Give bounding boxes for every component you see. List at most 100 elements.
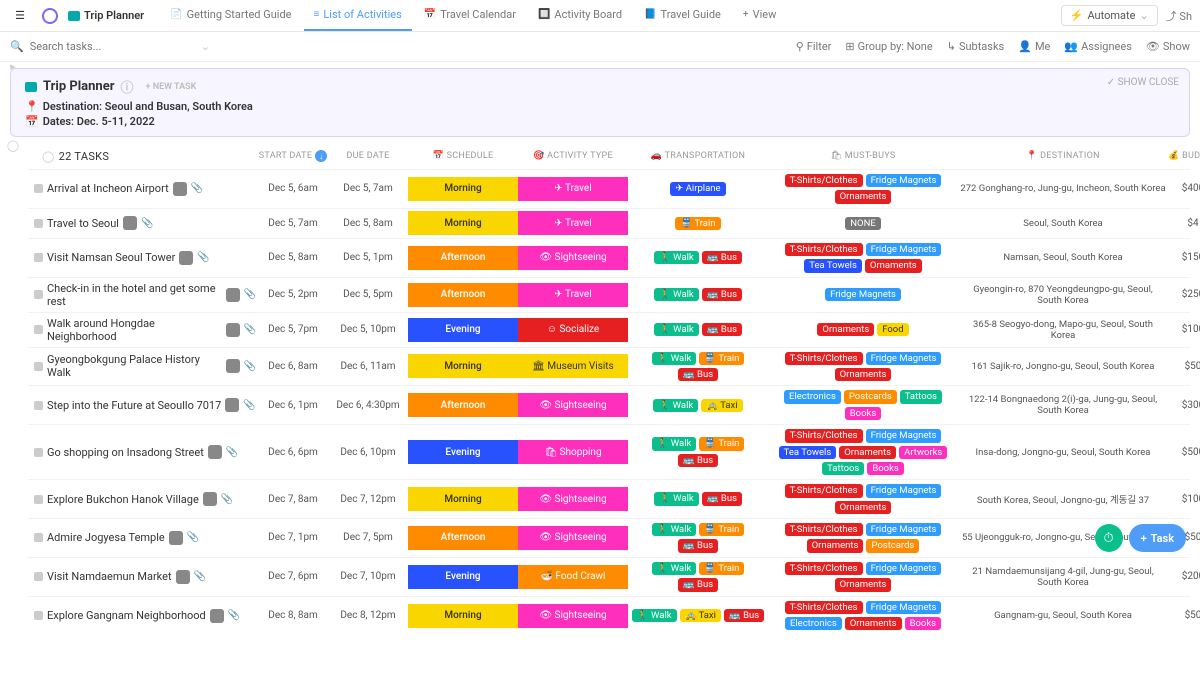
task-cell[interactable]: Travel to Seoul 📎 — [28, 212, 258, 234]
col-start[interactable]: START DATE↓ — [258, 150, 328, 162]
task-cell[interactable]: Explore Bukchon Hanok Village 📎 — [28, 488, 258, 510]
mustbuys-cell[interactable]: Fridge Magnets — [768, 284, 958, 305]
destination-cell[interactable]: 122-14 Bongnaedong 2(i)-ga, Jung-gu, Seo… — [958, 390, 1168, 420]
transport-cell[interactable]: ✈ Airplane — [628, 178, 768, 199]
status-icon[interactable] — [34, 362, 43, 371]
breadcrumb[interactable]: Trip Planner — [68, 9, 144, 22]
activity-type-cell[interactable]: 👁 Sightseeing — [518, 487, 628, 511]
schedule-cell[interactable]: Afternoon — [408, 393, 518, 417]
table-row[interactable]: Visit Namsan Seoul Tower 📎 Dec 5, 8am De… — [28, 238, 1190, 277]
task-cell[interactable]: Admire Jogyesa Temple 📎 — [28, 527, 258, 549]
transport-cell[interactable]: 🚶 Walk🚕 Taxi🚌 Bus — [628, 605, 768, 626]
col-budget[interactable]: 💰 BUDGET — [1168, 151, 1200, 161]
table-row[interactable]: Check-in in the hotel and get some rest … — [28, 277, 1190, 312]
task-cell[interactable]: Walk around Hongdae Neighborhood 📎 — [28, 313, 258, 347]
table-row[interactable]: Travel to Seoul 📎 Dec 5, 7am Dec 5, 8am … — [28, 208, 1190, 238]
groupby-button[interactable]: ⊞ Group by: None — [845, 40, 932, 53]
tab-getting-started-guide[interactable]: 📄Getting Started Guide — [160, 0, 301, 31]
due-date[interactable]: Dec 7, 5pm — [328, 528, 408, 547]
tab-view[interactable]: +View — [733, 0, 786, 31]
app-logo[interactable] — [42, 8, 58, 24]
mustbuys-cell[interactable]: T-Shirts/ClothesFridge MagnetsOrnaments — [768, 348, 958, 386]
sort-icon[interactable]: ↓ — [315, 150, 327, 162]
activity-type-cell[interactable]: 🏛 Museum Visits — [518, 354, 628, 378]
schedule-cell[interactable]: Morning — [408, 487, 518, 511]
transport-cell[interactable]: 🚶 Walk🚆 Train🚌 Bus — [628, 433, 768, 471]
schedule-cell[interactable]: Morning — [408, 177, 518, 201]
destination-cell[interactable]: Insa-dong, Jongno-gu, Seoul, South Korea — [958, 443, 1168, 462]
activity-type-cell[interactable]: ✈ Travel — [518, 211, 628, 235]
task-cell[interactable]: Go shopping on Insadong Street 📎 — [28, 441, 258, 463]
task-cell[interactable]: Check-in in the hotel and get some rest … — [28, 278, 258, 312]
mustbuys-cell[interactable]: T-Shirts/ClothesFridge MagnetsTea Towels… — [768, 239, 958, 277]
schedule-cell[interactable]: Evening — [408, 565, 518, 589]
schedule-cell[interactable]: Afternoon — [408, 526, 518, 550]
destination-cell[interactable]: Gyeongin-ro, 870 Yeongdeungpo-gu, Seoul,… — [958, 280, 1168, 310]
start-date[interactable]: Dec 7, 8am — [258, 490, 328, 509]
schedule-cell[interactable]: Morning — [408, 604, 518, 628]
col-type[interactable]: 🎯 ACTIVITY TYPE — [518, 151, 628, 161]
activity-type-cell[interactable]: 🍜 Food Crawl — [518, 565, 628, 589]
search-input[interactable] — [30, 40, 195, 53]
budget-cell[interactable]: $150 — [1168, 248, 1200, 267]
col-transport[interactable]: 🚗 TRANSPORTATION — [628, 151, 768, 161]
transport-cell[interactable]: 🚶 Walk🚌 Bus — [628, 284, 768, 305]
due-date[interactable]: Dec 7, 12pm — [328, 490, 408, 509]
status-icon[interactable] — [34, 184, 43, 193]
due-date[interactable]: Dec 6, 11am — [328, 357, 408, 376]
start-date[interactable]: Dec 5, 2pm — [258, 285, 328, 304]
table-row[interactable]: Visit Namdaemun Market 📎 Dec 7, 6pm Dec … — [28, 557, 1190, 596]
due-date[interactable]: Dec 5, 7am — [328, 179, 408, 198]
table-row[interactable]: Gyeongbokgung Palace History Walk 📎 Dec … — [28, 347, 1190, 386]
start-date[interactable]: Dec 6, 6pm — [258, 443, 328, 462]
table-row[interactable]: Step into the Future at Seoullo 7017 📎 D… — [28, 385, 1190, 424]
activity-type-cell[interactable]: 👁 Sightseeing — [518, 393, 628, 417]
tab-activity-board[interactable]: 🔲Activity Board — [528, 0, 632, 31]
due-date[interactable]: Dec 6, 4:30pm — [328, 396, 408, 415]
transport-cell[interactable]: 🚶 Walk🚌 Bus — [628, 247, 768, 268]
due-date[interactable]: Dec 5, 1pm — [328, 248, 408, 267]
destination-cell[interactable]: Namsan, Seoul, South Korea — [958, 248, 1168, 267]
task-cell[interactable]: Explore Gangnam Neighborhood 📎 — [28, 605, 258, 627]
destination-cell[interactable]: 21 Namdaemunsijang 4-gil, Jung-gu, Seoul… — [958, 562, 1168, 592]
mustbuys-cell[interactable]: T-Shirts/ClothesFridge MagnetsOrnamentsP… — [768, 519, 958, 557]
table-row[interactable]: Arrival at Incheon Airport 📎 Dec 5, 6am … — [28, 169, 1190, 208]
due-date[interactable]: Dec 5, 8am — [328, 214, 408, 233]
start-date[interactable]: Dec 7, 1pm — [258, 528, 328, 547]
table-row[interactable]: Go shopping on Insadong Street 📎 Dec 6, … — [28, 424, 1190, 479]
status-icon[interactable] — [34, 611, 43, 620]
activity-type-cell[interactable]: 🛍 Shopping — [518, 440, 628, 464]
activity-type-cell[interactable]: 👁 Sightseeing — [518, 526, 628, 550]
destination-cell[interactable]: South Korea, Seoul, Jongno-gu, 계동길 37 — [958, 488, 1168, 510]
due-date[interactable]: Dec 5, 5pm — [328, 285, 408, 304]
record-button[interactable]: ⏱ — [1095, 524, 1123, 552]
due-date[interactable]: Dec 5, 10pm — [328, 320, 408, 339]
start-date[interactable]: Dec 8, 8am — [258, 606, 328, 625]
schedule-cell[interactable]: Afternoon — [408, 283, 518, 307]
me-button[interactable]: 👤 Me — [1018, 40, 1050, 53]
task-cell[interactable]: Visit Namsan Seoul Tower 📎 — [28, 247, 258, 269]
mustbuys-cell[interactable]: T-Shirts/ClothesFridge MagnetsOrnaments — [768, 170, 958, 208]
mustbuys-cell[interactable]: T-Shirts/ClothesFridge MagnetsElectronic… — [768, 597, 958, 635]
tab-travel-calendar[interactable]: 📅Travel Calendar — [414, 0, 526, 31]
budget-cell[interactable]: $100 — [1168, 490, 1200, 509]
destination-cell[interactable]: Seoul, South Korea — [958, 214, 1168, 233]
destination-cell[interactable]: 161 Sajik-ro, Jongno-gu, Seoul, South Ko… — [958, 357, 1168, 376]
col-schedule[interactable]: 📅 SCHEDULE — [408, 151, 518, 161]
share-button[interactable]: ⤴ Sh — [1166, 8, 1192, 24]
task-cell[interactable]: Arrival at Incheon Airport 📎 — [28, 178, 258, 200]
subtasks-button[interactable]: ↳ Subtasks — [947, 40, 1005, 53]
activity-type-cell[interactable]: ✈ Travel — [518, 177, 628, 201]
budget-cell[interactable]: $250 — [1168, 285, 1200, 304]
automate-button[interactable]: ⚡ Automate ⌄ — [1061, 5, 1158, 26]
show-closed-button[interactable]: ✓ SHOW CLOSE — [1107, 77, 1179, 88]
table-row[interactable]: Explore Gangnam Neighborhood 📎 Dec 8, 8a… — [28, 596, 1190, 635]
budget-cell[interactable]: $300 — [1168, 396, 1200, 415]
start-date[interactable]: Dec 5, 7pm — [258, 320, 328, 339]
table-row[interactable]: Explore Bukchon Hanok Village 📎 Dec 7, 8… — [28, 479, 1190, 518]
select-all-icon[interactable]: ◯ — [7, 139, 19, 152]
hamburger-icon[interactable]: ☰ — [8, 4, 32, 28]
start-date[interactable]: Dec 7, 6pm — [258, 567, 328, 586]
task-cell[interactable]: Visit Namdaemun Market 📎 — [28, 566, 258, 588]
new-task-button[interactable]: + NEW TASK — [146, 82, 197, 92]
